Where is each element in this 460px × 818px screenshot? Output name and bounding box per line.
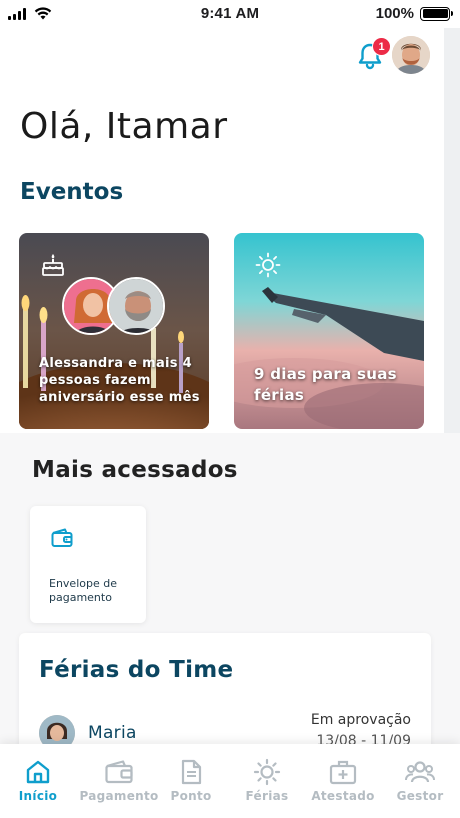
birthday-event-card[interactable]: Alessandra e mais 4 pessoas fazem aniver… [19,233,209,429]
tab-gestor[interactable]: Gestor [392,744,448,818]
tab-label: Gestor [396,789,444,803]
profile-avatar[interactable] [392,36,430,74]
wallet-icon [105,760,133,784]
tab-label: Férias [245,789,289,803]
battery-icon [420,6,453,21]
wallet-icon [51,528,73,547]
tab-inicio[interactable]: Início [8,744,68,818]
medical-case-icon [329,760,357,785]
events-section-title: Eventos [20,179,124,205]
vacation-event-card[interactable]: 9 dias para suas férias [234,233,424,429]
team-vacations-title: Férias do Time [39,657,234,683]
tab-label: Atestado [311,789,375,803]
tab-label: Ponto [170,789,212,803]
right-edge-strip [444,28,460,433]
cake-icon [42,254,64,276]
team-member-name[interactable]: Maria [88,723,137,743]
battery-status: 100% [375,5,453,22]
most-accessed-title: Mais acessados [32,457,238,483]
home-icon [26,760,50,784]
notification-badge: 1 [372,37,391,56]
vacation-event-text: 9 dias para suas férias [254,365,397,404]
birthday-person-avatar [107,277,165,335]
sun-icon [255,252,281,278]
shortcut-payment-envelope[interactable]: Envelope de pagamento [30,506,146,623]
document-icon [181,759,202,785]
sun-icon [253,758,281,786]
vacation-status: Em aprovação [310,712,411,728]
tab-ponto[interactable]: Ponto [165,744,217,818]
birthday-event-text: Alessandra e mais 4 pessoas fazem aniver… [39,356,200,405]
bottom-tab-bar: Início Pagamento Ponto Férias Atestado G… [0,744,460,818]
tab-ferias[interactable]: Férias [238,744,296,818]
status-bar: 9:41 AM 100% [0,0,460,28]
tab-pagamento[interactable]: Pagamento [79,744,159,818]
team-icon [405,761,435,783]
tab-atestado[interactable]: Atestado [310,744,376,818]
greeting-title: Olá, Itamar [20,106,228,147]
battery-percent: 100% [375,5,414,22]
shortcut-label: Envelope de pagamento [49,577,117,604]
tab-label: Início [18,789,58,803]
tab-label: Pagamento [79,789,159,803]
